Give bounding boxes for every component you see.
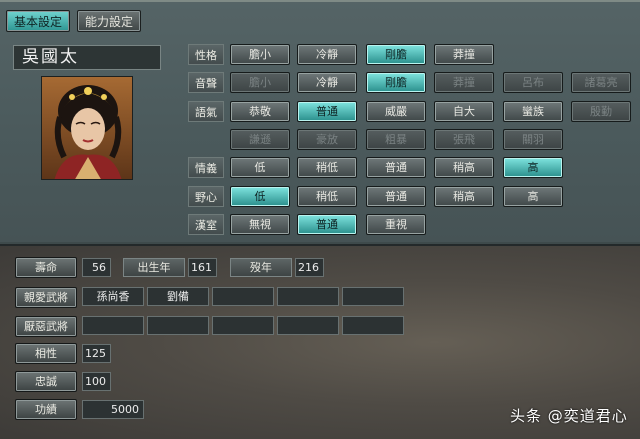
disliked-general-slot[interactable] (147, 316, 209, 335)
label-voice: 音聲 (188, 72, 224, 93)
liked-general-slot[interactable]: 孫尚香 (82, 287, 144, 306)
voice-option[interactable]: 諸葛亮 (571, 72, 631, 93)
death-year-value[interactable]: 216 (295, 258, 324, 277)
tone-option-selected[interactable]: 普通 (297, 101, 357, 122)
portrait-figure-icon (42, 77, 132, 179)
death-year-label: 歿年 (230, 258, 292, 277)
merit-value[interactable]: 5000 (82, 400, 144, 419)
tone-option[interactable]: 關羽 (503, 129, 563, 150)
portrait-image (41, 76, 133, 180)
ambition-option[interactable]: 稍低 (297, 186, 357, 207)
disliked-general-slot[interactable] (277, 316, 339, 335)
tone-option[interactable]: 殷勤 (571, 101, 631, 122)
tone-option[interactable]: 粗暴 (366, 129, 426, 150)
ambition-option[interactable]: 高 (503, 186, 563, 207)
tone-option[interactable]: 豪放 (297, 129, 357, 150)
loyalty-stat-button[interactable]: 忠誠 (15, 371, 77, 392)
personality-option[interactable]: 莽撞 (434, 44, 494, 65)
personality-option[interactable]: 冷靜 (297, 44, 357, 65)
tone-option[interactable]: 威嚴 (366, 101, 426, 122)
character-editor: 基本設定 能力設定 吳國太 性格 音聲 語氣 情義 野心 漢室 膽小 冷靜 剛膽… (0, 0, 640, 439)
tone-option[interactable]: 張飛 (434, 129, 494, 150)
liked-general-slot[interactable] (277, 287, 339, 306)
tab-ability-settings[interactable]: 能力設定 (77, 10, 141, 32)
personality-option[interactable]: 膽小 (230, 44, 290, 65)
label-personality: 性格 (188, 44, 224, 65)
loyalty-option[interactable]: 普通 (366, 157, 426, 178)
loyalty-option[interactable]: 稍低 (297, 157, 357, 178)
label-loyalty-trait: 情義 (188, 157, 224, 178)
affinity-button[interactable]: 相性 (15, 343, 77, 364)
voice-option[interactable]: 冷靜 (297, 72, 357, 93)
personality-option-selected[interactable]: 剛膽 (366, 44, 426, 65)
liked-generals-button[interactable]: 親愛武將 (15, 287, 77, 308)
loyalty-stat-value[interactable]: 100 (82, 372, 111, 391)
birth-year-label: 出生年 (123, 258, 185, 277)
top-rule (0, 0, 640, 2)
ambition-option[interactable]: 稍高 (434, 186, 494, 207)
disliked-general-slot[interactable] (342, 316, 404, 335)
lifespan-value[interactable]: 56 (82, 258, 111, 277)
tone-option[interactable]: 恭敬 (230, 101, 290, 122)
affinity-value[interactable]: 125 (82, 344, 111, 363)
birth-year-value[interactable]: 161 (188, 258, 217, 277)
han-option[interactable]: 重視 (366, 214, 426, 235)
liked-general-slot[interactable]: 劉備 (147, 287, 209, 306)
tone-option[interactable]: 蠻族 (503, 101, 563, 122)
loyalty-option-selected[interactable]: 高 (503, 157, 563, 178)
loyalty-option[interactable]: 稍高 (434, 157, 494, 178)
label-ambition: 野心 (188, 186, 224, 207)
tone-option[interactable]: 謙遜 (230, 129, 290, 150)
han-option[interactable]: 無視 (230, 214, 290, 235)
liked-general-slot[interactable] (212, 287, 274, 306)
watermark-text: 头条 @奕道君心 (510, 407, 628, 425)
disliked-general-slot[interactable] (82, 316, 144, 335)
label-han: 漢室 (188, 214, 224, 235)
tab-basic-settings[interactable]: 基本設定 (6, 10, 70, 32)
han-option-selected[interactable]: 普通 (297, 214, 357, 235)
disliked-generals-button[interactable]: 厭惡武將 (15, 316, 77, 337)
character-name: 吳國太 (13, 45, 161, 70)
ambition-option[interactable]: 普通 (366, 186, 426, 207)
voice-option[interactable]: 呂布 (503, 72, 563, 93)
disliked-general-slot[interactable] (212, 316, 274, 335)
label-tone: 語氣 (188, 101, 224, 122)
loyalty-option[interactable]: 低 (230, 157, 290, 178)
ambition-option-selected[interactable]: 低 (230, 186, 290, 207)
merit-button[interactable]: 功績 (15, 399, 77, 420)
lifespan-button[interactable]: 壽命 (15, 257, 77, 278)
liked-general-slot[interactable] (342, 287, 404, 306)
voice-option[interactable]: 莽撞 (434, 72, 494, 93)
voice-option-selected[interactable]: 剛膽 (366, 72, 426, 93)
voice-option[interactable]: 膽小 (230, 72, 290, 93)
tone-option[interactable]: 自大 (434, 101, 494, 122)
